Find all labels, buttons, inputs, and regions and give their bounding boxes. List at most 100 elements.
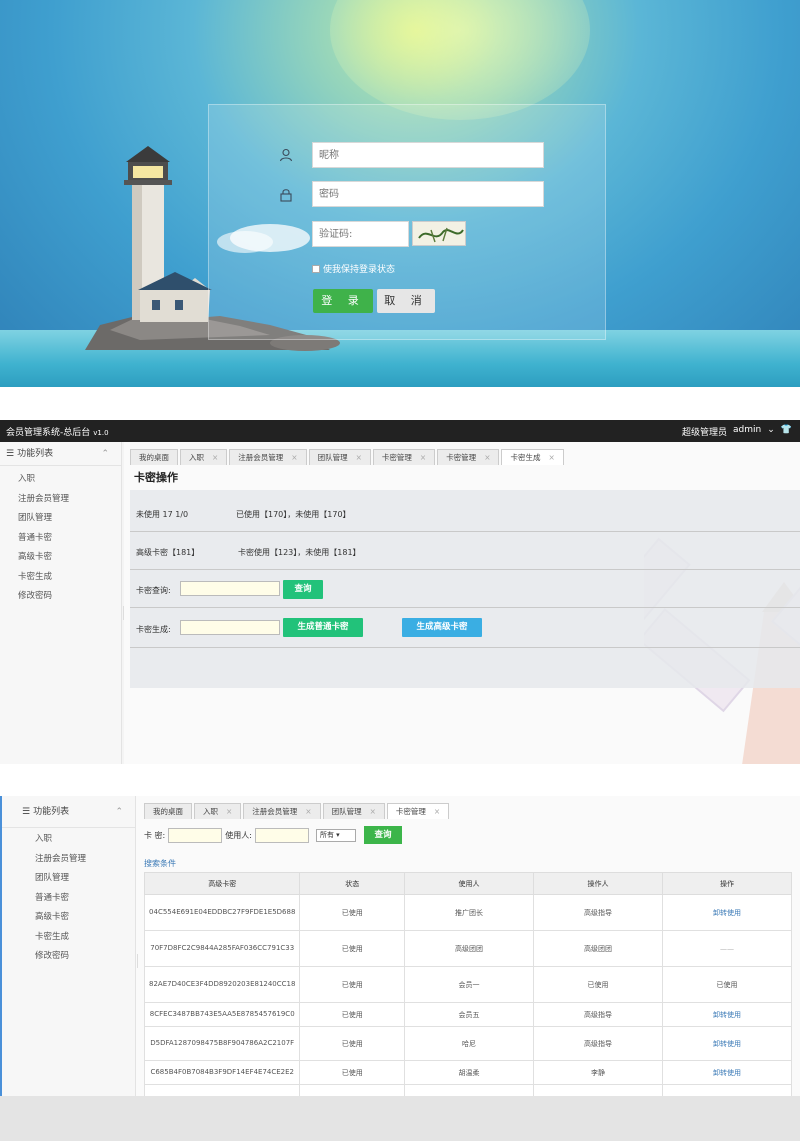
sidebar-item-advanced-cards[interactable]: 高级卡密 [0, 548, 121, 568]
sidebar-item-members[interactable]: 注册会员管理 [0, 490, 121, 510]
close-icon[interactable]: × [356, 450, 362, 465]
sidebar-item-change-password[interactable]: 修改密码 [0, 587, 121, 607]
sidebar-item-onboarding[interactable]: 入职 [2, 830, 135, 850]
query-button[interactable]: 查询 [363, 826, 402, 844]
cancel-button[interactable]: 取 消 [377, 289, 435, 313]
card-action-link[interactable]: 卸转使用 [662, 894, 792, 931]
stat-advanced-b: 卡密使用【123】，未使用【181】 [238, 548, 361, 557]
captcha-input[interactable] [312, 221, 409, 247]
card-user: 会员一 [404, 966, 535, 1003]
tab-card-manage[interactable]: 卡密管理 × [372, 449, 436, 465]
tab-members[interactable]: 注册会员管理 × [243, 803, 321, 819]
captcha-image[interactable] [412, 221, 466, 246]
chevron-up-icon[interactable]: ⌃ [115, 796, 123, 828]
card-status: 已使用 [299, 930, 406, 967]
col-operator: 操作人 [533, 872, 663, 895]
sidebar-item-members[interactable]: 注册会员管理 [2, 850, 135, 870]
tab-onboarding[interactable]: 入职 × [180, 449, 228, 465]
close-icon[interactable]: × [291, 450, 297, 465]
tab-bar: 我的桌面 入职 × 注册会员管理 × 团队管理 × 卡密管理 × 卡密管理 × 卡密生成 × [130, 449, 566, 465]
main-content: 我的桌面 入职 × 注册会员管理 × 团队管理 × 卡密管理 × 卡 密: 使用人: 所… [138, 796, 800, 1096]
status-select[interactable]: 所有 ▾ [315, 828, 356, 842]
card-generate-input[interactable] [180, 620, 280, 635]
sidebar-item-normal-cards[interactable]: 普通卡密 [0, 529, 121, 549]
tab-onboarding[interactable]: 入职 × [194, 803, 242, 819]
card-code: 04C554E691E04EDDBC27F9FDE1E5D688 [143, 894, 301, 931]
tab-card-manage[interactable]: 卡密管理 × [386, 803, 450, 819]
top-navbar: 会员管理系统-总后台 v1.0 超级管理员 admin ⌄ 👕 [0, 420, 800, 442]
card-action: —— [662, 930, 792, 967]
card-operator: 已使用 [533, 966, 663, 1003]
close-icon[interactable]: × [420, 450, 426, 465]
tab-desktop[interactable]: 我的桌面 [144, 803, 192, 819]
card-operator: 李静 [533, 1060, 663, 1085]
card-operator: 高级团团 [533, 930, 663, 967]
remember-me[interactable]: 使我保持登录状态 [312, 262, 395, 275]
user-menu[interactable]: 超级管理员 admin ⌄ 👕 [682, 425, 792, 438]
close-icon[interactable]: × [484, 450, 490, 465]
card-operation-panel: 未使用 17 1/0 已使用【170】，未使用【170】 高级卡密【181】 卡… [130, 490, 800, 688]
chevron-up-icon[interactable]: ⌃ [101, 442, 109, 466]
stat-advanced-a: 高级卡密【181】 [136, 548, 200, 557]
tab-card-generate[interactable]: 卡密生成 × [501, 449, 564, 465]
close-icon[interactable]: × [305, 804, 311, 819]
card-code: C685B4F0B7084B3F9DF14EF4E74CE2E2 [143, 1060, 301, 1085]
tab-teams[interactable]: 团队管理 × [308, 449, 371, 465]
sidebar-header[interactable]: ☰ 功能列表 ⌃ [0, 442, 121, 466]
card-filter-label: 卡 密: [144, 830, 166, 840]
card-action-link[interactable]: 卸转使用 [662, 1060, 792, 1085]
card-code: 70F7D8FC2C9844A285FAF036CC791C33 [143, 930, 301, 967]
stat-normal-a: 未使用 17 1/0 [136, 510, 189, 519]
generate-advanced-button[interactable]: 生成高级卡密 [402, 618, 482, 637]
sidebar-item-card-generate[interactable]: 卡密生成 [2, 928, 135, 948]
tab-teams[interactable]: 团队管理 × [322, 803, 385, 819]
table-row: 8CFEC3487BB743E5AA5E8785457619C0 已使用 会员五… [143, 1002, 792, 1027]
close-icon[interactable]: × [370, 804, 376, 819]
generate-normal-button[interactable]: 生成普通卡密 [283, 618, 363, 637]
sidebar-item-advanced-cards[interactable]: 高级卡密 [2, 908, 135, 928]
user-icon [279, 148, 293, 162]
username-input[interactable] [312, 142, 544, 168]
tab-desktop[interactable]: 我的桌面 [130, 449, 178, 465]
sidebar-item-teams[interactable]: 团队管理 [0, 509, 121, 529]
sidebar: ☰ 功能列表 ⌃ 入职 注册会员管理 团队管理 普通卡密 高级卡密 卡密生成 修… [0, 442, 122, 764]
close-icon[interactable]: × [212, 450, 218, 465]
filter-bar: 卡 密: 使用人: 所有 ▾ 查询 [144, 826, 402, 844]
table-row: 82AE7D40CE3F4DD8920203E81240CC18 已使用 会员一… [143, 966, 792, 1003]
tab-members[interactable]: 注册会员管理 × [229, 449, 307, 465]
card-action-link[interactable]: 卸转使用 [662, 1002, 792, 1027]
card-code: 8CFEC3487BB743E5AA5E8785457619C0 [143, 1002, 301, 1027]
card-filter-input[interactable] [168, 827, 223, 843]
password-input[interactable] [312, 181, 544, 207]
query-button[interactable]: 查询 [283, 580, 323, 599]
sidebar-item-change-password[interactable]: 修改密码 [2, 947, 135, 967]
sidebar-item-teams[interactable]: 团队管理 [2, 869, 135, 889]
table-row: 70F7D8FC2C9844A285FAF036CC791C33 已使用 高级团… [143, 930, 792, 967]
user-filter-input[interactable] [254, 827, 309, 843]
close-icon[interactable]: × [548, 450, 554, 465]
card-user [404, 1084, 535, 1096]
sidebar: ☰ 功能列表 ⌃ 入职 注册会员管理 团队管理 普通卡密 高级卡密 卡密生成 修… [2, 796, 136, 1096]
card-operator: 高级指导 [533, 1026, 663, 1061]
bottom-gray-band [0, 1096, 800, 1141]
login-button[interactable]: 登 录 [313, 289, 373, 313]
generate-label: 卡密生成: [136, 625, 171, 634]
sidebar-item-onboarding[interactable]: 入职 [0, 470, 121, 490]
app-version: v1.0 [93, 429, 109, 437]
card-query-input[interactable] [180, 581, 280, 596]
sidebar-item-card-generate[interactable]: 卡密生成 [0, 568, 121, 588]
tab-bar: 我的桌面 入职 × 注册会员管理 × 团队管理 × 卡密管理 × [144, 803, 451, 819]
chevron-down-icon[interactable]: ⌄ [767, 425, 775, 438]
sidebar-item-normal-cards[interactable]: 普通卡密 [2, 889, 135, 909]
close-icon[interactable]: × [226, 804, 232, 819]
remember-checkbox[interactable] [312, 264, 320, 273]
col-card: 高级卡密 [143, 872, 301, 895]
card-status: 已使用 [299, 1002, 406, 1027]
card-user: 胡温柔 [404, 1060, 535, 1085]
close-icon[interactable]: × [434, 804, 440, 819]
user-name[interactable]: admin [733, 425, 761, 438]
card-action-link[interactable]: 卸转使用 [662, 1026, 792, 1061]
tab-card-manage-2[interactable]: 卡密管理 × [437, 449, 500, 465]
shirt-icon[interactable]: 👕 [781, 425, 792, 438]
sidebar-header[interactable]: ☰ 功能列表 ⌃ [2, 796, 135, 828]
